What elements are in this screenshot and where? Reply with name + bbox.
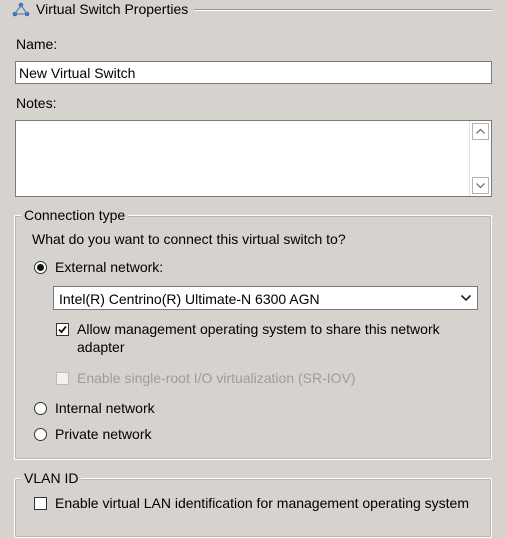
allow-management-os-label[interactable]: Allow management operating system to sha… <box>77 321 440 337</box>
allow-management-os-label-continued[interactable]: adapter <box>77 339 124 355</box>
section-title: Virtual Switch Properties <box>36 1 189 17</box>
chevron-up-icon <box>476 128 485 134</box>
scroll-down-button[interactable] <box>472 177 489 194</box>
name-field[interactable]: New Virtual Switch <box>15 61 492 84</box>
scroll-up-button[interactable] <box>472 123 489 140</box>
section-divider <box>194 9 492 11</box>
notes-textarea[interactable] <box>15 120 492 197</box>
external-network-radio[interactable] <box>34 261 47 274</box>
network-adapter-select[interactable]: Intel(R) Centrino(R) Ultimate-N 6300 AGN <box>53 286 478 310</box>
allow-management-os-checkbox[interactable] <box>56 323 69 336</box>
connection-type-group <box>14 215 492 460</box>
internal-network-label[interactable]: Internal network <box>55 400 155 416</box>
external-network-label[interactable]: External network: <box>55 259 163 275</box>
connection-type-label: Connection type <box>21 207 129 223</box>
private-network-radio[interactable] <box>34 428 47 441</box>
sriov-checkbox <box>56 372 69 385</box>
internal-network-radio[interactable] <box>34 402 47 415</box>
notes-scrollbar[interactable] <box>469 121 491 196</box>
vlan-enable-checkbox[interactable] <box>34 497 47 510</box>
vlan-id-label: VLAN ID <box>21 470 82 486</box>
chevron-down-icon <box>476 183 485 189</box>
checkmark-icon <box>58 325 67 334</box>
chevron-down-icon <box>460 294 472 302</box>
vlan-enable-label[interactable]: Enable virtual LAN identification for ma… <box>55 495 469 511</box>
connection-question: What do you want to connect this virtual… <box>32 231 346 247</box>
network-adapter-value: Intel(R) Centrino(R) Ultimate-N 6300 AGN <box>59 291 320 307</box>
notes-label: Notes: <box>16 95 57 111</box>
sriov-label: Enable single-root I/O virtualization (S… <box>77 370 356 386</box>
private-network-label[interactable]: Private network <box>55 426 151 442</box>
name-label: Name: <box>16 36 58 52</box>
virtual-switch-icon <box>12 2 30 17</box>
